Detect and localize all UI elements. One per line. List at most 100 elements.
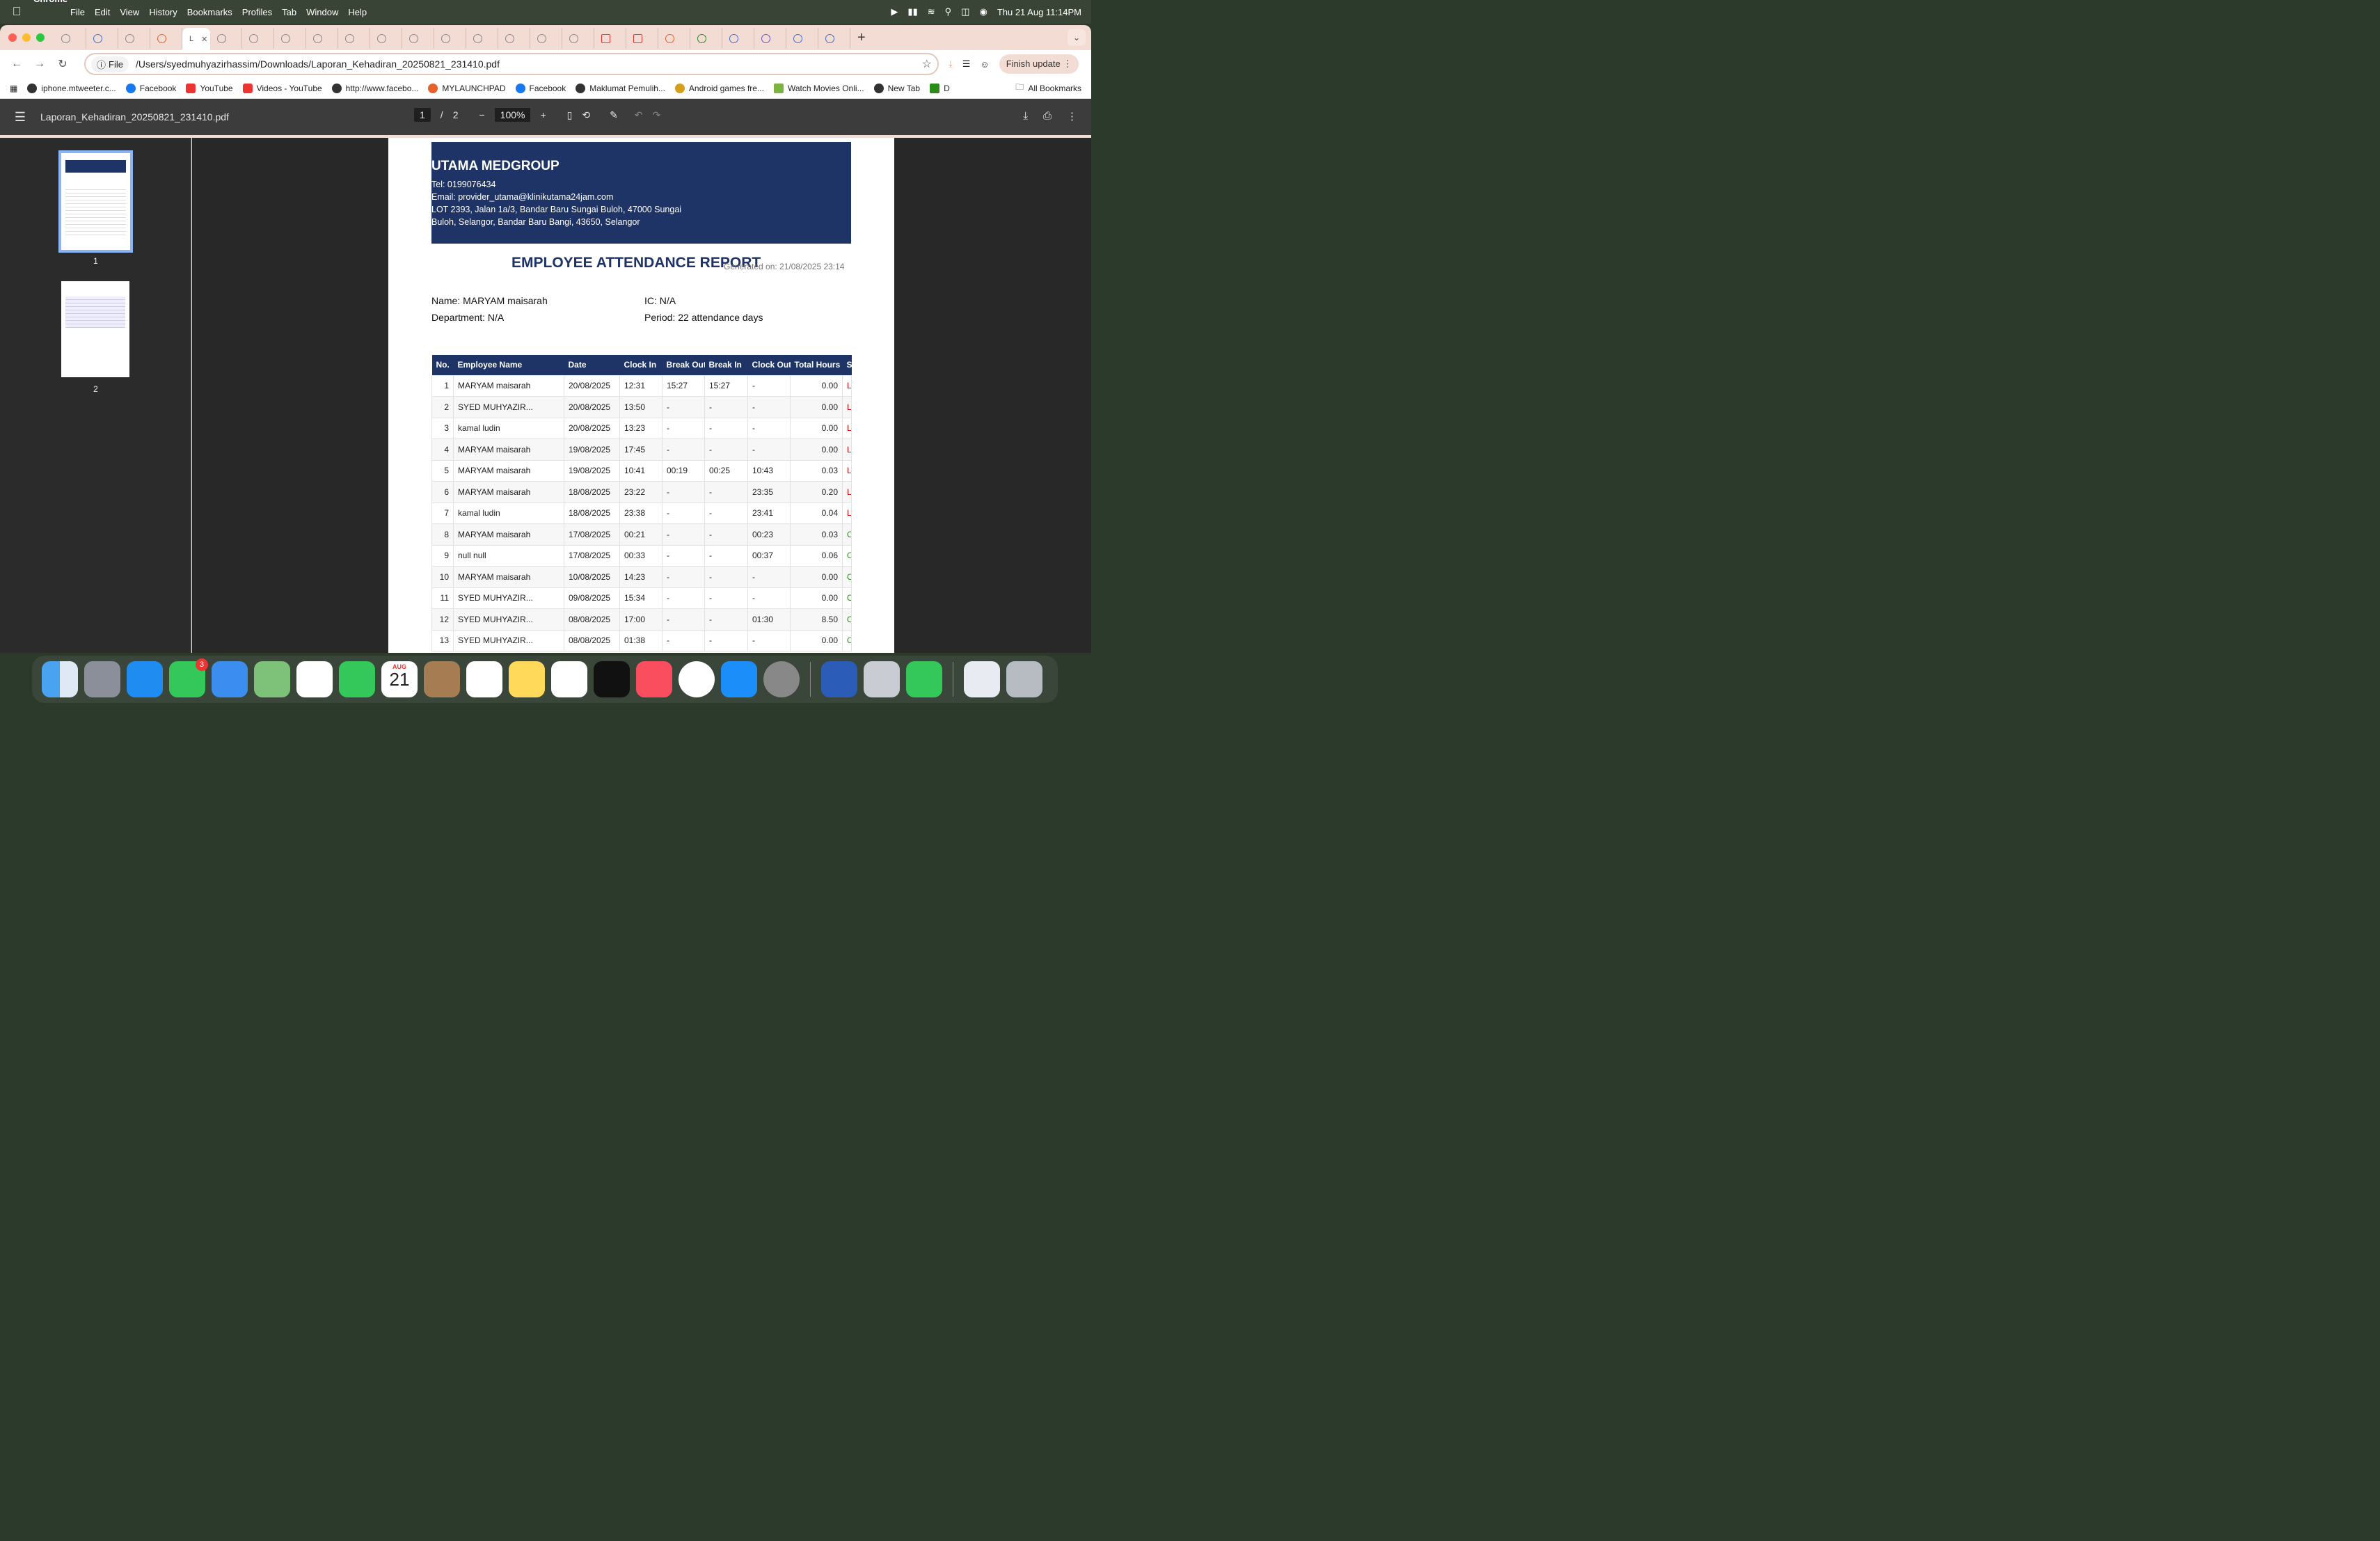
bookmark-item[interactable]: MYLAUNCHPAD (428, 83, 506, 93)
music-icon[interactable] (636, 661, 672, 697)
bookmark-item[interactable]: http://www.facebo... (331, 83, 418, 93)
tab-search-chevron-icon[interactable]: ⌄ (1068, 29, 1086, 46)
mail-icon[interactable] (212, 661, 248, 697)
page-number-input[interactable]: 1 (414, 108, 431, 122)
zoom-input[interactable]: 100% (494, 108, 531, 122)
more-options-icon[interactable]: ⋮ (1067, 110, 1077, 123)
finish-update-button[interactable]: Finish update ⋮ (999, 54, 1079, 74)
tab[interactable] (402, 28, 434, 49)
bookmark-item[interactable]: Facebook (125, 83, 176, 93)
messages-icon[interactable]: 3 (169, 658, 208, 697)
siri-icon[interactable]: ◉ (979, 6, 987, 17)
numbers-icon[interactable] (906, 661, 942, 697)
bookmark-item[interactable]: Android games fre... (674, 83, 764, 93)
menu-history[interactable]: History (149, 7, 186, 17)
menu-help[interactable]: Help (348, 7, 376, 17)
annotate-icon[interactable]: ✎ (610, 109, 618, 121)
wifi-icon[interactable]: ≋ (928, 6, 935, 17)
menu-profiles[interactable]: Profiles (242, 7, 281, 17)
menu-icon[interactable]: ☰ (0, 110, 40, 125)
tab[interactable] (498, 28, 530, 49)
tab[interactable] (626, 28, 658, 49)
finder-icon[interactable] (42, 661, 78, 697)
launchpad-icon[interactable] (84, 661, 120, 697)
page-thumbnail-2[interactable] (61, 281, 129, 377)
contacts-icon[interactable] (424, 661, 460, 697)
menu-bookmarks[interactable]: Bookmarks (187, 7, 241, 17)
close-tab-icon[interactable]: ✕ (201, 35, 207, 44)
rotate-icon[interactable]: ⟲ (582, 109, 590, 121)
tab[interactable] (786, 28, 818, 49)
system-settings-icon[interactable] (763, 661, 800, 697)
trash-icon[interactable] (1006, 661, 1042, 697)
bookmark-item[interactable]: Facebook (515, 83, 566, 93)
minimize-window-button[interactable] (22, 33, 31, 42)
notes-icon[interactable] (509, 661, 545, 697)
menu-edit[interactable]: Edit (95, 7, 119, 17)
menu-window[interactable]: Window (306, 7, 347, 17)
profile-avatar[interactable]: ☺ (980, 59, 989, 70)
tab[interactable] (722, 28, 754, 49)
bookmark-item[interactable]: New Tab (873, 83, 920, 93)
page-thumbnail-1[interactable] (58, 150, 133, 253)
menu-tab[interactable]: Tab (282, 7, 306, 17)
bookmark-item[interactable]: Watch Movies Onli... (773, 83, 864, 93)
tab[interactable] (54, 28, 86, 49)
iphone-mirroring-icon[interactable] (864, 661, 900, 697)
download-icon[interactable]: ⤓ (949, 58, 953, 70)
maps-icon[interactable] (254, 661, 290, 697)
downloads-stack-icon[interactable] (964, 661, 1000, 697)
tab[interactable] (466, 28, 498, 49)
bookmark-item[interactable]: YouTube (186, 83, 233, 93)
tab[interactable] (210, 28, 242, 49)
tab[interactable] (754, 28, 786, 49)
tab[interactable] (562, 28, 594, 49)
bookmark-item[interactable]: Maklumat Pemulih... (576, 83, 665, 93)
all-bookmarks-button[interactable]: 🗀 All Bookmarks (1015, 81, 1081, 95)
tab[interactable] (118, 28, 150, 49)
calendar-icon[interactable]: AUG 21 (381, 661, 418, 697)
back-icon[interactable]: ← (7, 58, 26, 70)
zoom-out-icon[interactable]: − (479, 109, 484, 120)
facetime-icon[interactable] (339, 661, 375, 697)
tab[interactable] (338, 28, 370, 49)
chrome-icon[interactable] (679, 661, 715, 697)
app-store-icon[interactable] (721, 661, 757, 697)
clock[interactable]: Thu 21 Aug 11:14PM (997, 7, 1081, 17)
reminders-icon[interactable] (466, 661, 502, 697)
tab[interactable] (594, 28, 626, 49)
new-tab-button[interactable]: + (857, 30, 866, 46)
media-icon[interactable]: ☰ (962, 58, 971, 70)
tab-active[interactable]: L ✕ (182, 28, 210, 50)
bookmark-item[interactable]: D (930, 83, 950, 93)
forward-icon[interactable]: → (30, 58, 49, 70)
address-bar[interactable]: ⓘ File /Users/syedmuhyazirhassim/Downloa… (84, 53, 939, 75)
zoom-in-icon[interactable]: + (540, 109, 546, 120)
play-icon[interactable]: ▶ (891, 6, 898, 17)
tab[interactable] (818, 28, 850, 49)
control-center-icon[interactable]: ◫ (961, 6, 969, 17)
tab[interactable] (690, 28, 722, 49)
reload-icon[interactable]: ↻ (53, 57, 72, 71)
close-window-button[interactable] (8, 33, 17, 42)
tab[interactable] (658, 28, 690, 49)
freeform-icon[interactable] (551, 661, 587, 697)
tab[interactable] (530, 28, 562, 49)
tab[interactable] (274, 28, 306, 49)
safari-icon[interactable] (127, 661, 163, 697)
apple-icon[interactable]:  (0, 5, 33, 19)
search-icon[interactable]: ⚲ (945, 6, 952, 17)
redo-icon[interactable]: ↷ (653, 109, 661, 121)
bookmark-item[interactable]: iphone.mtweeter.c... (27, 83, 116, 93)
tab[interactable] (242, 28, 274, 49)
fit-page-icon[interactable]: ▯ (567, 109, 573, 121)
word-icon[interactable] (821, 661, 857, 697)
zoom-window-button[interactable] (36, 33, 45, 42)
tab[interactable] (150, 28, 182, 49)
bookmark-star-icon[interactable]: ☆ (922, 57, 932, 71)
battery-icon[interactable]: ▮▮ (907, 6, 917, 17)
apple-tv-icon[interactable] (594, 661, 630, 697)
apps-grid-icon[interactable]: ▦ (10, 84, 17, 93)
site-info-chip[interactable]: ⓘ File (91, 56, 129, 72)
photos-icon[interactable] (296, 661, 333, 697)
